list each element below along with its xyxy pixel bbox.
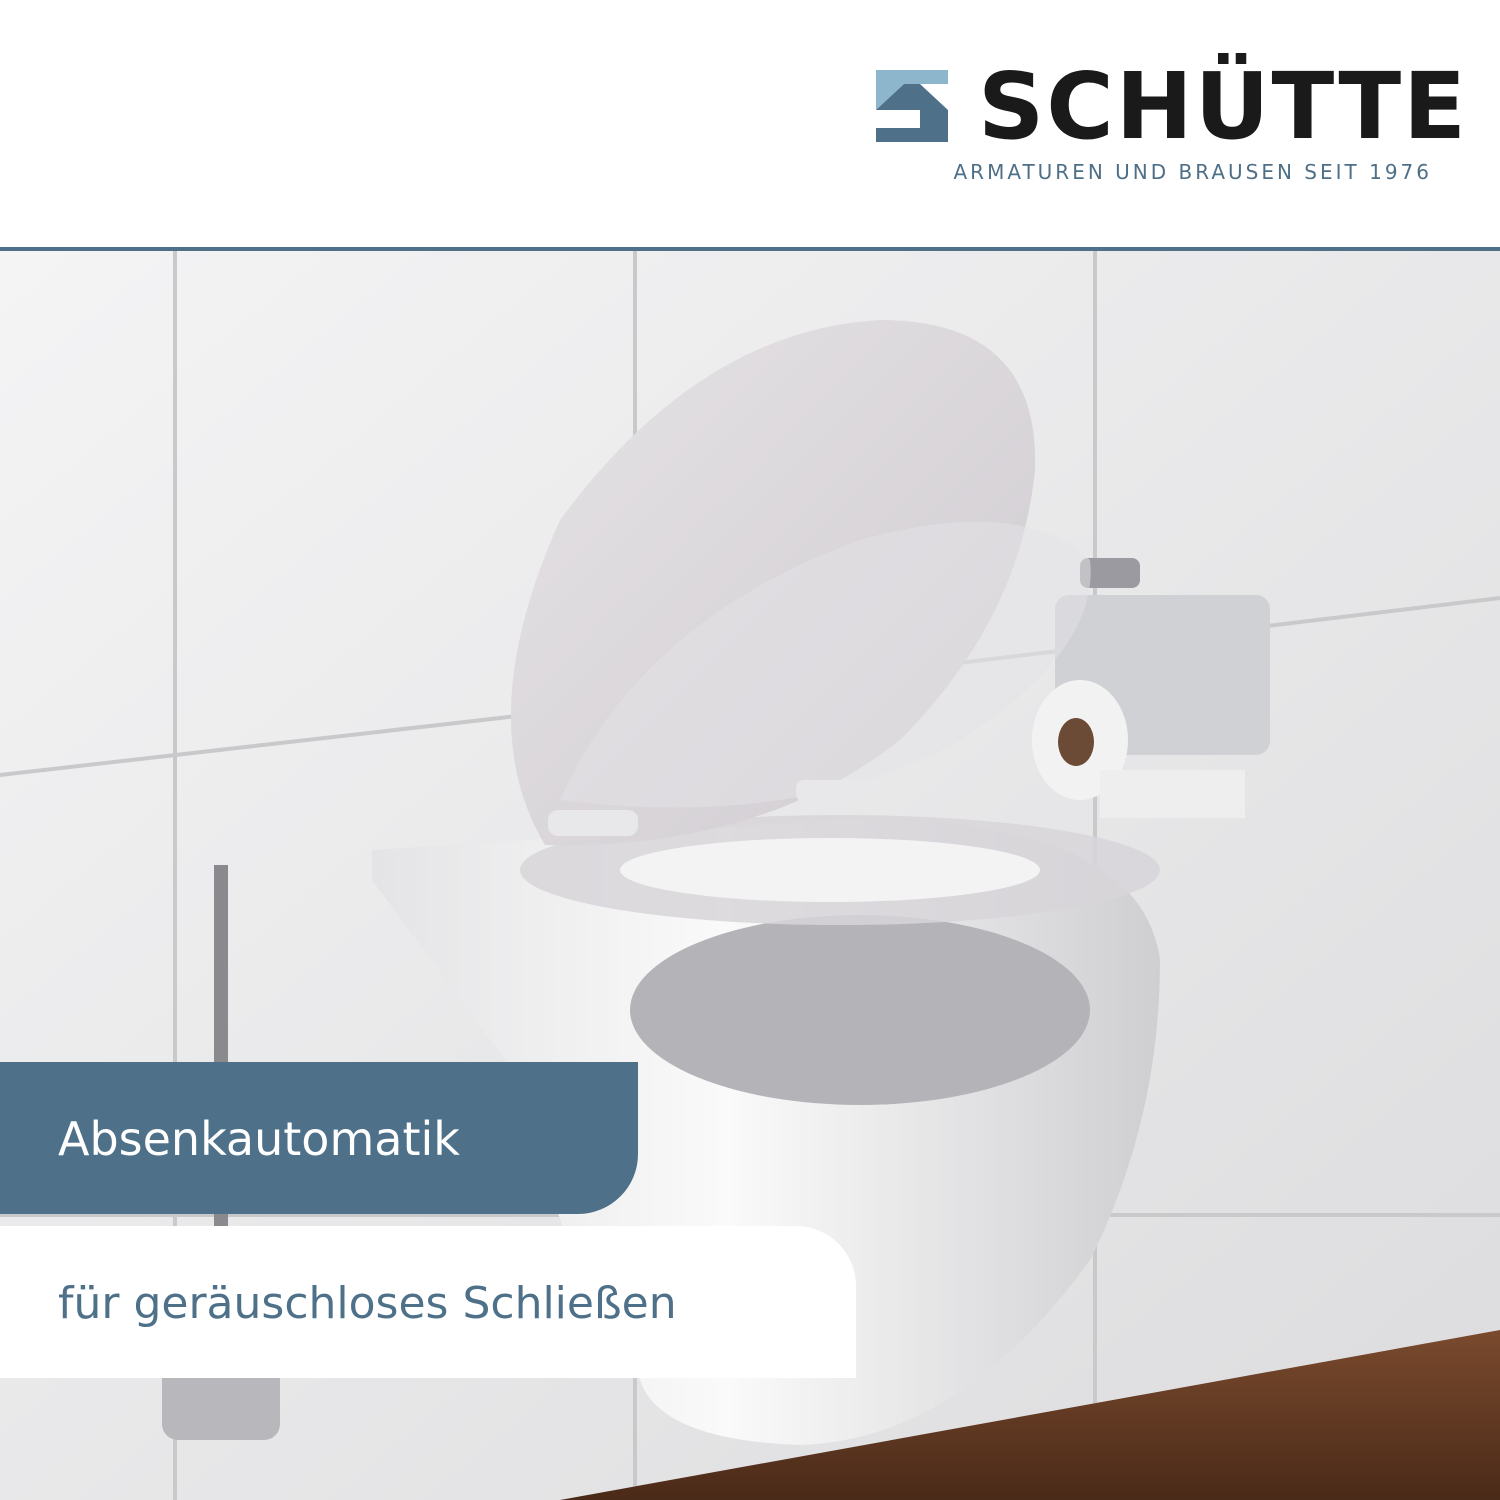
feature-subtitle: für geräuschloses Schließen: [58, 1278, 677, 1329]
brand-name: SCHÜTTE: [978, 53, 1468, 160]
feature-title: Absenkautomatik: [58, 1112, 460, 1166]
feature-subtitle-banner: für geräuschloses Schließen: [0, 1226, 856, 1378]
header: SCHÜTTE ARMATUREN UND BRAUSEN SEIT 1976: [0, 0, 1500, 248]
feature-title-banner: Absenkautomatik: [0, 1062, 638, 1214]
brand-tagline: ARMATUREN UND BRAUSEN SEIT 1976: [953, 160, 1432, 184]
brand-logo-icon: [876, 70, 948, 142]
